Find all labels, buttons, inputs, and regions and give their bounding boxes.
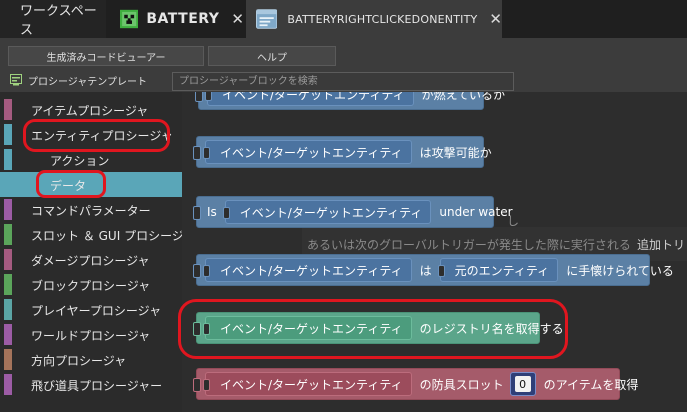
tab-bar: ワークスペース BATTERY ✕ BATTERYRIGHTCLICKEDONE… <box>0 0 687 38</box>
category-label: 飛び道具プロシージャー <box>31 379 163 393</box>
tab-entity-procedure[interactable]: BATTERYRIGHTCLICKEDONENTITY ✕ <box>246 0 502 38</box>
block-connector <box>193 264 201 278</box>
close-icon[interactable]: ✕ <box>489 10 502 28</box>
annotation-ring-registry-block <box>178 299 568 359</box>
block-text: Is <box>207 205 217 219</box>
category-color-bar <box>4 174 12 195</box>
tab-entity-label: BATTERYRIGHTCLICKEDONENTITY <box>287 12 478 26</box>
background-text: あるいは次のグローバルトリガーが発生した際に実行される <box>307 238 631 252</box>
number-input-slot[interactable]: 0 <box>509 372 536 396</box>
block-text: は <box>419 263 432 278</box>
category-item-world[interactable]: ワールドプロシージャ <box>0 322 182 347</box>
tab-workspace[interactable]: ワークスペース <box>0 0 106 38</box>
category-item-player[interactable]: プレイヤープロシージャ <box>0 297 182 322</box>
block-flyout: し あるいは次のグローバルトリガーが発生した際に実行される 追加トリ イベント/… <box>182 92 687 412</box>
procedure-window-icon <box>256 9 278 29</box>
slot-label: 元のエンティティ <box>454 263 550 278</box>
block-connector <box>193 206 201 220</box>
category-label: スロット ＆ GUI プロシージャ <box>31 229 196 243</box>
block-connector <box>193 146 201 160</box>
category-item-damage[interactable]: ダメージプロシージャ <box>0 247 182 272</box>
block-connector <box>203 379 210 391</box>
background-text: 追加トリ <box>637 238 686 252</box>
block-connector <box>205 92 212 101</box>
code-viewer-button[interactable]: 生成済みコードビューアー <box>8 46 204 66</box>
category-color-bar <box>4 124 12 145</box>
entity-input-slot[interactable]: イベント/ターゲットエンティティ <box>203 258 412 282</box>
category-item-command-params[interactable]: コマンドパラメーター <box>0 197 182 222</box>
procedure-templates-label[interactable]: プロシージャテンプレート <box>28 73 147 88</box>
annotation-ring-data <box>36 170 106 198</box>
block-connector <box>222 207 230 219</box>
entity-input-slot[interactable]: イベント/ターゲットエンティティ <box>203 372 412 396</box>
tab-battery[interactable]: BATTERY ✕ <box>114 0 244 38</box>
category-color-bar <box>4 299 12 320</box>
block-text: のアイテムを取得 <box>543 377 639 392</box>
category-label: 方向プロシージャ <box>31 354 127 368</box>
category-color-bar <box>4 249 12 270</box>
slot-label: イベント/ターゲットエンティティ <box>220 263 403 278</box>
category-color-bar <box>4 274 12 295</box>
block-connector <box>195 92 203 102</box>
category-color-bar <box>4 199 12 220</box>
category-color-bar <box>4 149 12 170</box>
template-icon <box>10 74 22 86</box>
category-label: アクション <box>50 154 110 168</box>
block-is-burning[interactable]: イベント/ターゲットエンティティ が燃えているか <box>195 92 505 110</box>
tab-workspace-label: ワークスペース <box>20 4 97 38</box>
category-item-block[interactable]: ブロックプロシージャ <box>0 272 182 297</box>
entity-input-slot[interactable]: 元のエンティティ <box>437 258 559 282</box>
block-connector <box>203 147 210 159</box>
category-color-bar <box>4 374 12 395</box>
entity-input-slot[interactable]: イベント/ターゲットエンティティ <box>222 200 432 224</box>
slot-label: イベント/ターゲットエンティティ <box>220 377 403 392</box>
category-item-slot-gui[interactable]: スロット ＆ GUI プロシージャ <box>0 222 195 247</box>
category-color-bar <box>4 99 12 120</box>
category-item-direction[interactable]: 方向プロシージャ <box>0 347 182 372</box>
category-label: ワールドプロシージャ <box>31 329 151 343</box>
slot-label: イベント/ターゲットエンティティ <box>222 92 405 102</box>
slot-label: イベント/ターゲットエンティティ <box>239 205 423 220</box>
palette-header: プロシージャテンプレート プロシージャーブロックを検索 <box>0 68 687 92</box>
block-text: が燃えているか <box>421 92 506 102</box>
block-is-attackable[interactable]: イベント/ターゲットエンティティ は攻撃可能か <box>193 136 492 168</box>
editor-toolbar: 生成済みコードビューアー ヘルプ <box>0 38 687 68</box>
block-text: under water <box>439 205 513 219</box>
slot-label: イベント/ターゲットエンティティ <box>220 145 403 160</box>
creeper-face-icon <box>120 9 139 29</box>
close-icon[interactable]: ✕ <box>231 10 244 28</box>
help-button[interactable]: ヘルプ <box>208 46 336 66</box>
entity-input-slot[interactable]: イベント/ターゲットエンティティ <box>205 92 414 106</box>
block-connector <box>437 265 445 277</box>
mcreator-procedure-editor: ワークスペース BATTERY ✕ BATTERYRIGHTCLICKEDONE… <box>0 0 687 412</box>
category-color-bar <box>4 349 12 370</box>
entity-input-slot[interactable]: イベント/ターゲットエンティティ <box>203 140 412 164</box>
block-get-armor-slot-item[interactable]: イベント/ターゲットエンティティ の防具スロット 0 のアイテムを取得 <box>193 368 638 400</box>
block-connector <box>203 265 210 277</box>
category-color-bar <box>4 224 12 245</box>
annotation-ring-entity-procedures <box>23 119 170 152</box>
block-is-under-water[interactable]: Is イベント/ターゲットエンティティ under water <box>193 196 513 228</box>
number-value[interactable]: 0 <box>514 376 531 392</box>
category-label: ダメージプロシージャ <box>31 254 150 268</box>
category-label: コマンドパラメーター <box>31 204 151 218</box>
block-text: の防具スロット <box>419 377 504 392</box>
category-label: ブロックプロシージャ <box>31 279 151 293</box>
category-label: プレイヤープロシージャ <box>31 304 162 318</box>
category-label: アイテムプロシージャ <box>31 104 149 118</box>
block-connector <box>193 378 201 392</box>
block-search-input[interactable]: プロシージャーブロックを検索 <box>172 72 514 91</box>
block-text: は攻撃可能か <box>419 145 492 160</box>
category-item-projectile[interactable]: 飛び道具プロシージャー <box>0 372 182 397</box>
block-text: に手懐けられている <box>566 263 674 278</box>
category-color-bar <box>4 324 12 345</box>
block-is-tamed-by[interactable]: イベント/ターゲットエンティティ は 元のエンティティ に手懐けられている <box>193 254 674 286</box>
tab-battery-label: BATTERY <box>146 11 220 27</box>
